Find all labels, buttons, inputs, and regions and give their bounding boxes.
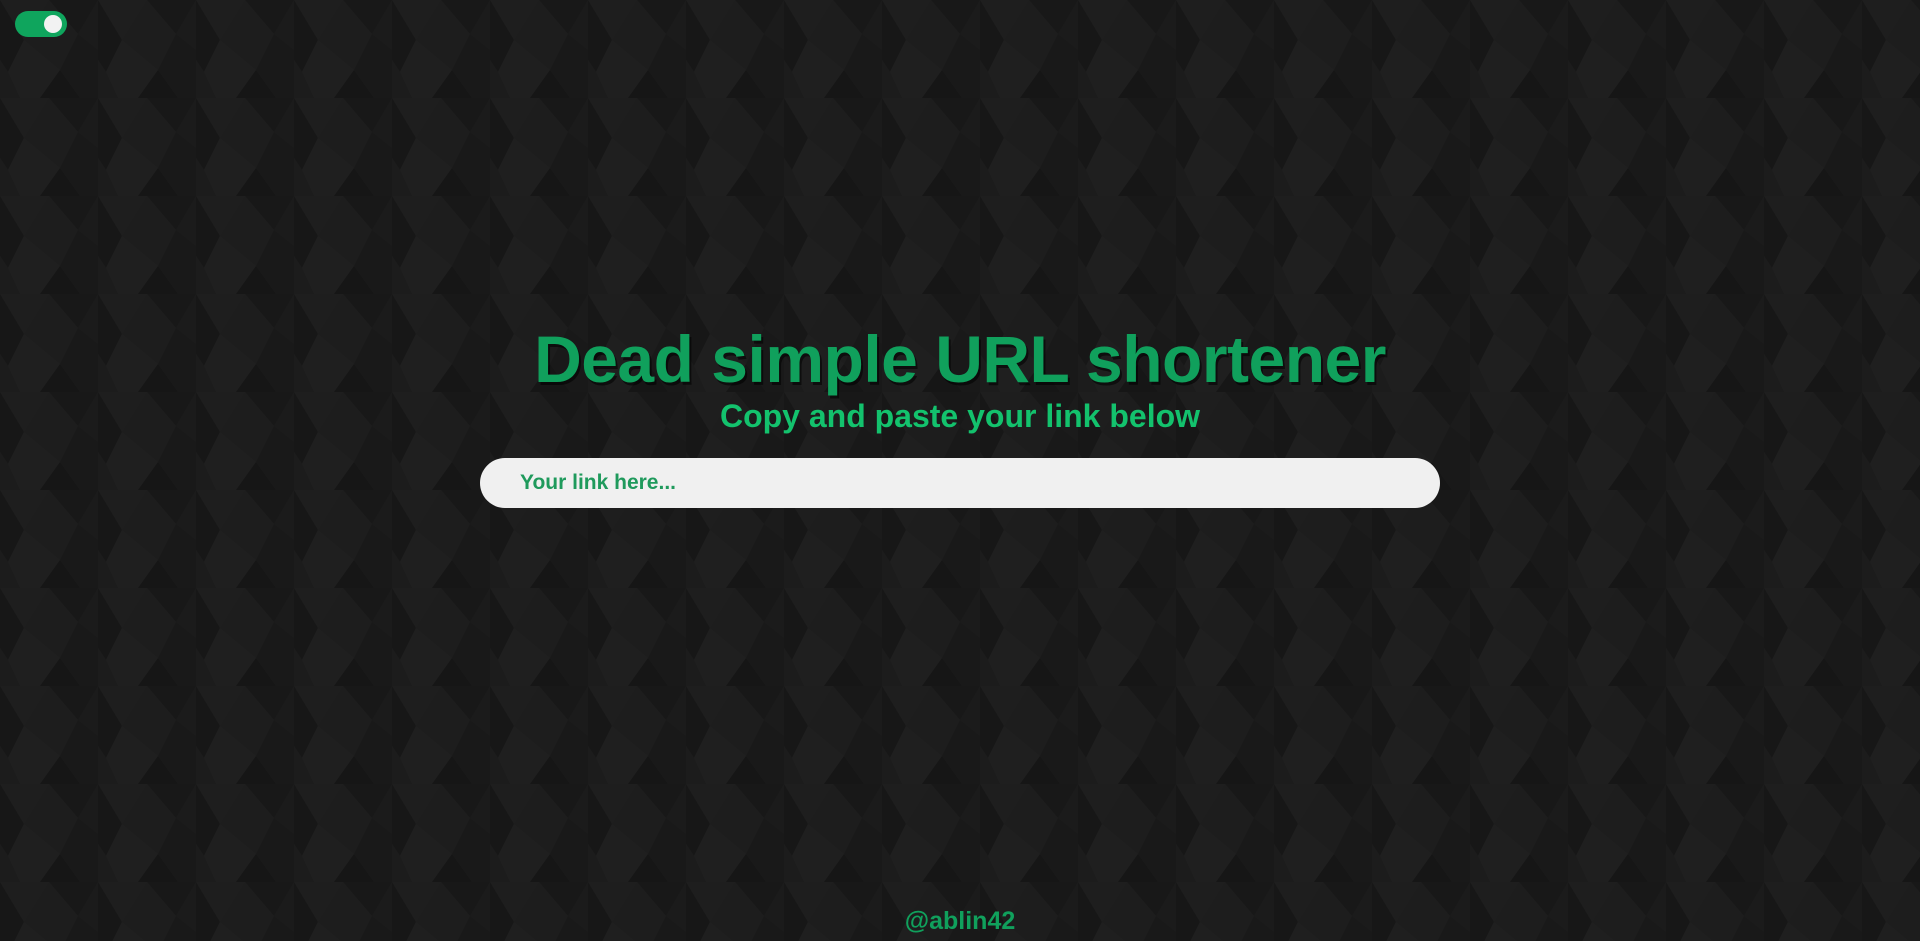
page-subtitle: Copy and paste your link below <box>719 398 1201 434</box>
author-handle-link[interactable]: @ablin42 <box>0 905 1920 937</box>
link-input[interactable] <box>480 458 1440 508</box>
theme-toggle[interactable] <box>15 11 67 37</box>
page-title: Dead simple URL shortener <box>534 322 1386 396</box>
hero-section: Dead simple URL shortener Copy and paste… <box>0 316 1920 508</box>
toggle-switch-icon <box>44 15 62 33</box>
